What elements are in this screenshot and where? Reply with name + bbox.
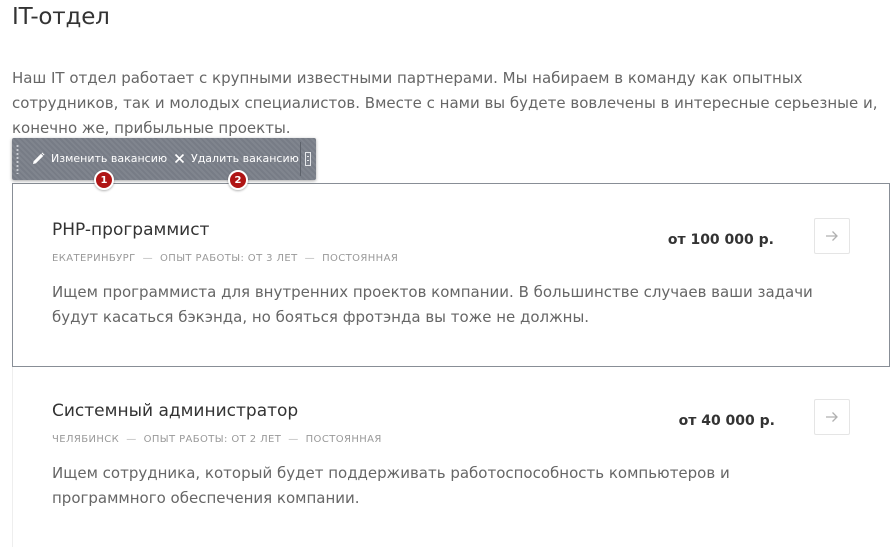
delete-vacancy-label: Удалить вакансию	[191, 151, 299, 165]
open-vacancy-button[interactable]	[814, 218, 850, 254]
vacancy-meta: Екатеринбург — Опыт работы: от 3 лет — Посто…	[52, 253, 398, 264]
vacancy-card[interactable]: Системный администратор Челябинск — Опыт р…	[12, 367, 890, 547]
vacancy-title[interactable]: PHP-программист	[52, 220, 209, 240]
pencil-icon	[33, 152, 45, 164]
toolbar-more-button[interactable]	[305, 152, 311, 166]
admin-edit-toolbar[interactable]: Изменить вакансию Удалить вакансию	[12, 138, 316, 180]
page-title: IT-отдел	[12, 4, 110, 30]
toolbar-drag-handle[interactable]	[16, 144, 19, 174]
department-intro: Наш IT отдел работает с крупными известн…	[12, 69, 878, 137]
close-icon	[174, 153, 185, 163]
vacancy-experience: Опыт работы: от 3 лет	[160, 253, 298, 264]
vacancy-description: Ищем программиста для внутренних проекто…	[52, 283, 813, 326]
vacancy-city: Челябинск	[52, 434, 120, 445]
arrow-right-icon	[826, 412, 838, 422]
meta-separator: —	[288, 434, 299, 445]
vacancy-salary: от 40 000 р.	[678, 413, 775, 429]
vacancy-experience: Опыт работы: от 2 лет	[143, 434, 282, 445]
edit-vacancy-label: Изменить вакансию	[51, 151, 168, 165]
vacancy-card[interactable]: PHP-программист Екатеринбург — Опыт работы…	[12, 183, 890, 367]
toolbar-divider	[300, 142, 301, 176]
hint-badge: 2	[228, 170, 248, 190]
vacancy-salary: от 100 000 р.	[667, 232, 774, 248]
hint-badge: 1	[94, 170, 114, 190]
open-vacancy-button[interactable]	[814, 399, 850, 435]
meta-separator: —	[126, 434, 137, 445]
vacancy-city: Екатеринбург	[52, 253, 136, 264]
arrow-right-icon	[826, 231, 838, 241]
meta-separator: —	[142, 253, 154, 264]
vacancy-meta: Челябинск — Опыт работы: от 2 лет — Постоянн…	[52, 434, 382, 445]
meta-separator: —	[304, 253, 316, 264]
vacancy-description: Ищем сотрудника, который будет поддержив…	[52, 464, 730, 507]
vacancy-title[interactable]: Системный администратор	[52, 401, 298, 421]
vacancy-type: Постоянная	[305, 434, 382, 445]
vacancy-type: Постоянная	[322, 253, 399, 264]
